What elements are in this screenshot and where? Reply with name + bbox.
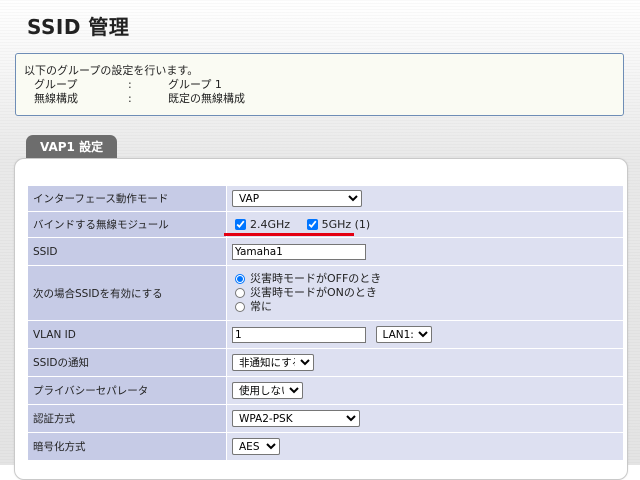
tab-vap1-settings[interactable]: VAP1 設定	[26, 135, 118, 158]
ssid-input[interactable]	[232, 243, 366, 260]
info-colon: :	[128, 78, 132, 91]
enable-ssid-label: 次の場合SSIDを有効にする	[27, 265, 227, 321]
privacy-separator-select[interactable]: 使用しない	[232, 382, 303, 399]
page-title: SSID 管理	[27, 15, 130, 39]
info-key: 無線構成	[34, 92, 78, 105]
auth-method-label: 認証方式	[27, 404, 227, 433]
table-row: VLAN ID LAN1:1	[27, 320, 624, 349]
table-row: インターフェース動作モード VAP	[27, 185, 624, 212]
info-value: グループ 1	[168, 78, 222, 91]
vlan-id-label: VLAN ID	[27, 320, 227, 349]
group-info-box: 以下のグループの設定を行います。 グループ : グループ 1 無線構成 : 既定…	[15, 53, 624, 116]
radio-label: 常に	[250, 300, 272, 313]
lan-select[interactable]: LAN1:1	[375, 326, 432, 343]
ssid-notify-label: SSIDの通知	[27, 348, 227, 377]
checkbox-5ghz-label: 5GHz (1)	[321, 218, 371, 232]
info-colon: :	[128, 92, 132, 105]
ssid-label: SSID	[27, 237, 227, 266]
table-row: 次の場合SSIDを有効にする 災害時モードがOFFのとき 災害時モードがONのと…	[27, 265, 624, 321]
radio-disaster-on[interactable]	[235, 288, 245, 298]
radio-disaster-off[interactable]	[235, 274, 245, 284]
table-row: SSIDの通知 非通知にする	[27, 348, 624, 377]
privacy-separator-label: プライバシーセパレータ	[27, 376, 227, 405]
info-key: グループ	[34, 78, 78, 91]
radio-option: 常に	[232, 300, 623, 314]
table-row: プライバシーセパレータ 使用しない	[27, 376, 624, 405]
interface-mode-label: インターフェース動作モード	[27, 185, 227, 212]
encryption-label: 暗号化方式	[27, 432, 227, 461]
auth-method-cell: WPA2-PSK	[226, 404, 624, 433]
radio-option: 災害時モードがONのとき	[232, 286, 623, 300]
settings-table: インターフェース動作モード VAP バインドする無線モジュール 2.4GHz 5…	[27, 185, 624, 461]
auth-method-select[interactable]: WPA2-PSK	[232, 410, 360, 427]
privacy-separator-cell: 使用しない	[226, 376, 624, 405]
ssid-notify-cell: 非通知にする	[226, 348, 624, 377]
vlan-id-input[interactable]	[232, 326, 366, 343]
vlan-id-cell: LAN1:1	[226, 320, 624, 349]
radio-option: 災害時モードがOFFのとき	[232, 272, 623, 286]
table-row: SSID	[27, 237, 624, 266]
radio-label: 災害時モードがOFFのとき	[250, 272, 382, 285]
radio-label: 災害時モードがONのとき	[250, 286, 377, 299]
ssid-cell	[226, 237, 624, 266]
checkbox-2-4ghz-label: 2.4GHz	[250, 218, 291, 232]
info-row-group: グループ : グループ 1	[24, 78, 615, 92]
bind-module-label: バインドする無線モジュール	[27, 211, 227, 238]
enable-ssid-cell: 災害時モードがOFFのとき 災害時モードがONのとき 常に	[226, 265, 624, 321]
encryption-select[interactable]: AES	[232, 438, 280, 455]
info-value: 既定の無線構成	[168, 92, 245, 105]
ssid-notify-select[interactable]: 非通知にする	[232, 354, 314, 371]
checkbox-5ghz[interactable]	[306, 219, 318, 231]
highlight-underline	[224, 233, 354, 236]
info-row-wireless: 無線構成 : 既定の無線構成	[24, 92, 615, 106]
table-row: 暗号化方式 AES	[27, 432, 624, 461]
encryption-cell: AES	[226, 432, 624, 461]
table-row: 認証方式 WPA2-PSK	[27, 404, 624, 433]
checkbox-2-4ghz[interactable]	[235, 219, 246, 231]
info-intro: 以下のグループの設定を行います。	[24, 64, 199, 77]
interface-mode-select[interactable]: VAP	[232, 190, 362, 207]
interface-mode-cell: VAP	[226, 185, 624, 212]
radio-always[interactable]	[235, 302, 245, 312]
